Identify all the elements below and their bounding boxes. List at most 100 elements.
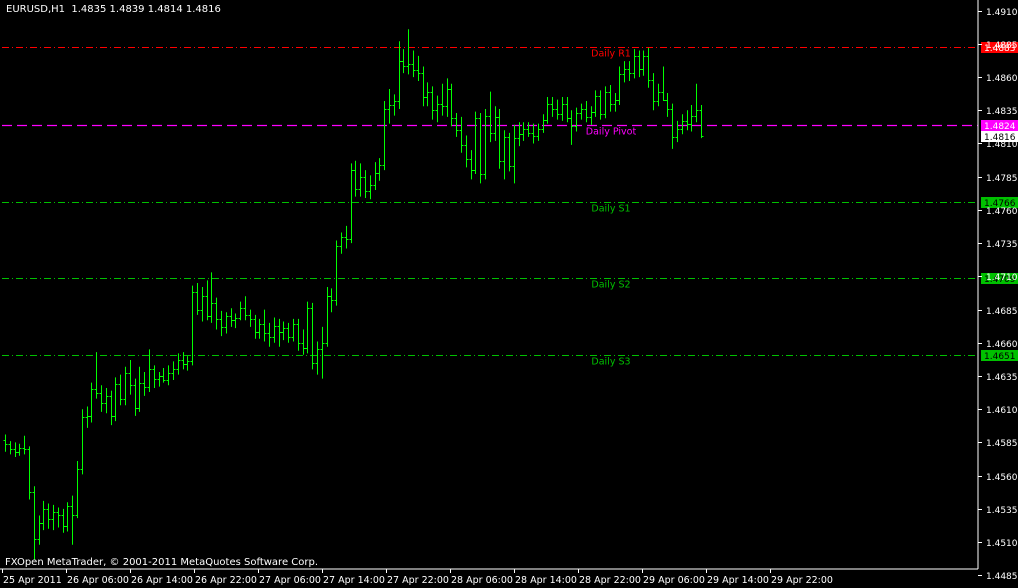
ohlc-bar	[435, 95, 440, 123]
ohlc-bar	[46, 503, 51, 529]
ohlc-bar	[469, 150, 474, 180]
ohlc-bar	[281, 321, 286, 341]
time-tick-label: 27 Apr 06:00	[259, 575, 321, 586]
time-tick-label: 29 Apr 22:00	[771, 575, 833, 586]
ohlc-bar	[641, 50, 646, 76]
ohlc-bar	[401, 49, 406, 74]
ohlc-bar	[85, 406, 90, 428]
ohlc-bar	[536, 123, 541, 141]
ohlc-bar	[464, 135, 469, 168]
ohlc-bar	[123, 366, 128, 406]
price-axis[interactable]: 1.49101.48851.48601.48351.48101.47851.47…	[977, 0, 1018, 582]
ohlc-bar	[200, 286, 205, 322]
ohlc-bar	[133, 378, 138, 416]
ohlc-bar	[613, 93, 618, 112]
ohlc-bar	[32, 486, 37, 560]
ohlc-bar	[27, 446, 32, 500]
ohlc-bar	[670, 103, 675, 149]
time-tick-label: 26 Apr 06:00	[67, 575, 129, 586]
ohlc-bar	[94, 352, 99, 399]
ohlc-bar	[8, 441, 13, 455]
time-axis[interactable]: 25 Apr 2011 26 Apr 06:00 26 Apr 14:00 26 Ap…	[0, 568, 978, 586]
price-tick-label: 1.4535	[986, 506, 1018, 516]
ohlc-bar	[61, 508, 66, 533]
ohlc-bar	[190, 285, 195, 366]
price-tick-label: 1.4860	[986, 74, 1018, 84]
ohlc-bar	[550, 97, 555, 117]
ohlc-bar	[449, 83, 454, 127]
ohlc-bar	[315, 341, 320, 375]
ohlc-bar	[257, 318, 262, 339]
ohlc-bar	[545, 97, 550, 124]
ohlc-bar	[507, 132, 512, 172]
ohlc-bar	[656, 83, 661, 107]
ohlc-bar	[219, 310, 224, 337]
ohlc-bar	[161, 368, 166, 383]
ohlc-bar	[56, 507, 61, 528]
ohlc-bar	[329, 288, 334, 313]
ohlc-bar	[310, 302, 315, 370]
ohlc-bar	[569, 110, 574, 145]
ohlc-bar	[445, 78, 450, 117]
ohlc-bar	[152, 365, 157, 388]
ohlc-bar	[272, 317, 277, 343]
ohlc-bar	[89, 382, 94, 423]
ohlc-bar	[70, 495, 75, 545]
ohlc-bar	[440, 83, 445, 116]
time-tick-label: 28 Apr 22:00	[579, 575, 641, 586]
time-tick-label: 27 Apr 14:00	[323, 575, 385, 586]
ohlc-bar	[584, 100, 589, 123]
price-tick-label: 1.4610	[986, 406, 1018, 416]
ohlc-bar	[301, 329, 306, 355]
ohlc-bar	[137, 366, 142, 412]
ohlc-bar	[320, 326, 325, 379]
ohlc-bar	[675, 120, 680, 143]
ohlc-bar	[392, 94, 397, 116]
time-tick-label: 25 Apr 2011	[3, 575, 62, 586]
time-tick-label: 28 Apr 06:00	[451, 575, 513, 586]
ohlc-bar	[243, 296, 248, 321]
ohlc-bar	[622, 61, 627, 83]
time-tick-label: 29 Apr 06:00	[643, 575, 705, 586]
ohlc-bar	[603, 86, 608, 119]
ohlc-bar	[555, 99, 560, 120]
ohlc-bar	[560, 97, 565, 121]
ohlc-bar	[680, 114, 685, 135]
ohlc-bar	[109, 390, 114, 426]
ohlc-bar	[99, 385, 104, 412]
price-tick-label: 1.4560	[986, 473, 1018, 483]
price-tick-label: 1.4485	[986, 572, 1018, 582]
ohlc-bar	[128, 360, 133, 395]
price-tick-label: 1.4785	[986, 174, 1018, 184]
ohlc-bar	[661, 66, 666, 101]
ohlc-bar	[205, 280, 210, 321]
level-label: Daily R1	[591, 49, 631, 60]
ohlc-bar	[176, 353, 181, 375]
ohlc-bar	[325, 286, 330, 347]
ohlc-bar	[171, 361, 176, 380]
ohlc-bar	[142, 372, 147, 396]
ohlc-bar	[253, 314, 258, 339]
ohlc-bar	[157, 372, 162, 387]
ohlc-bar	[526, 122, 531, 137]
ohlc-bar	[166, 365, 171, 386]
ohlc-bar	[248, 309, 253, 327]
ohlc-bar	[185, 356, 190, 371]
current-price-tag-text: 1.4816	[984, 133, 1016, 143]
ohlc-bar	[617, 66, 622, 105]
price-tick-label: 1.4760	[986, 207, 1018, 217]
ohlc-bar	[689, 104, 694, 132]
level-label: Daily S1	[591, 204, 630, 215]
ohlc-bar	[334, 240, 339, 306]
ohlc-bar	[541, 114, 546, 133]
ohlc-bar	[459, 116, 464, 153]
price-tick-label: 1.4685	[986, 307, 1018, 317]
ohlc-bar	[277, 318, 282, 347]
price-tick-label: 1.4635	[986, 373, 1018, 383]
ohlc-readout: 1.4835 1.4839 1.4814 1.4816	[71, 4, 221, 15]
ohlc-bar	[51, 504, 56, 531]
ohlc-bar	[118, 374, 123, 406]
price-tick-label: 1.4710	[986, 273, 1018, 283]
ohlc-bar	[665, 93, 670, 117]
ohlc-bar	[104, 387, 109, 414]
